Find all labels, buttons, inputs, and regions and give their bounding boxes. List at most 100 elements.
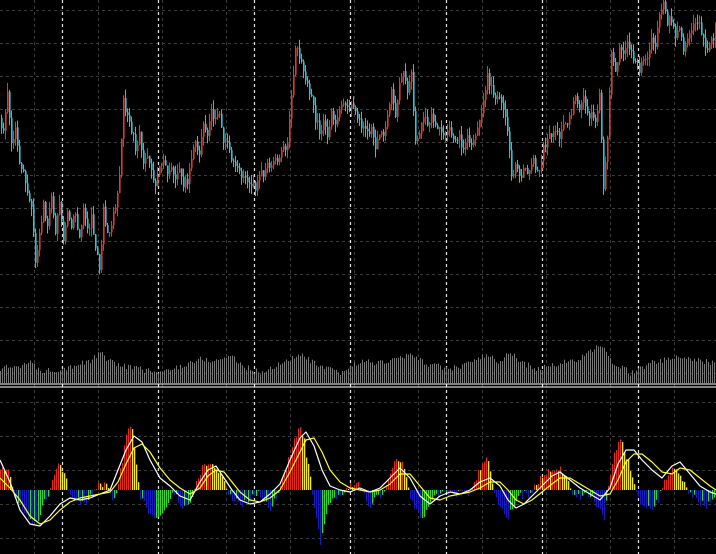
- volume-bar: [366, 360, 367, 383]
- oscillator-bar: [682, 481, 684, 490]
- oscillator-bar: [580, 490, 582, 500]
- oscillator-bar: [44, 490, 46, 500]
- candle[interactable]: [71, 217, 73, 230]
- oscillator-bar: [130, 426, 132, 490]
- candle-body: [409, 81, 411, 93]
- candle-body: [511, 150, 513, 177]
- candle-body: [247, 177, 249, 183]
- candle[interactable]: [79, 228, 81, 239]
- candle-body: [319, 120, 321, 135]
- oscillator-bar: [306, 457, 308, 490]
- volume-bar: [132, 369, 133, 383]
- oscillator-bar: [664, 479, 666, 490]
- candle[interactable]: [159, 165, 161, 177]
- candle-body: [497, 96, 499, 100]
- candle-body: [105, 206, 107, 225]
- candle-body: [583, 96, 585, 103]
- volume-bar: [648, 362, 649, 383]
- oscillator-bar: [204, 464, 206, 490]
- volume-bar: [476, 360, 477, 383]
- candle[interactable]: [667, 9, 669, 27]
- oscillator-bar: [64, 473, 66, 490]
- candle-body: [123, 98, 125, 139]
- volume-bar: [634, 373, 635, 383]
- volume-bar: [496, 362, 497, 383]
- oscillator-bar: [502, 490, 504, 509]
- volume-bar: [602, 347, 603, 383]
- candle-body: [341, 104, 343, 109]
- oscillator-bar: [348, 488, 350, 490]
- candle[interactable]: [35, 228, 37, 269]
- oscillator-bar: [108, 488, 110, 490]
- candle-body: [627, 41, 629, 49]
- oscillator-bar: [676, 469, 678, 490]
- candle[interactable]: [609, 87, 611, 140]
- volume-bar: [362, 359, 363, 383]
- candle[interactable]: [415, 106, 417, 145]
- volume-bar: [198, 358, 199, 383]
- candle[interactable]: [121, 138, 123, 178]
- oscillator-bar: [84, 490, 86, 502]
- volume-bar: [624, 367, 625, 383]
- volume-bar: [56, 372, 57, 383]
- volume-bar: [524, 361, 525, 383]
- volume-bar: [458, 367, 459, 383]
- oscillator-bar: [156, 490, 158, 519]
- volume-bar: [216, 359, 217, 383]
- volume-bar: [688, 357, 689, 383]
- volume-bar: [670, 359, 671, 383]
- volume-bar: [244, 367, 245, 383]
- volume-bar: [342, 370, 343, 383]
- oscillator-bar: [332, 490, 334, 499]
- oscillator-bar: [650, 490, 652, 509]
- candle-body: [183, 176, 185, 188]
- volume-bar: [674, 358, 675, 383]
- oscillator-bar: [234, 490, 236, 502]
- candle-body: [47, 218, 49, 227]
- volume-bar: [120, 366, 121, 383]
- candle[interactable]: [95, 233, 97, 251]
- candle[interactable]: [101, 239, 103, 273]
- volume-bar: [266, 371, 267, 383]
- candle-body: [701, 22, 703, 35]
- candle[interactable]: [611, 50, 613, 99]
- volume-bar: [692, 360, 693, 383]
- candle[interactable]: [55, 212, 57, 236]
- oscillator-bar: [558, 471, 560, 490]
- oscillator-bar: [66, 478, 68, 490]
- volume-bar: [62, 369, 63, 383]
- oscillator-bar: [626, 459, 628, 490]
- oscillator-bar: [496, 490, 498, 498]
- oscillator-bar: [550, 471, 552, 490]
- candle-body: [211, 109, 213, 122]
- candle-body: [645, 58, 647, 60]
- oscillator-bar: [648, 490, 650, 506]
- oscillator-bar: [416, 490, 418, 510]
- candle[interactable]: [43, 199, 45, 224]
- oscillator-bar: [492, 483, 494, 490]
- oscillator-bar: [146, 490, 148, 508]
- candle-body: [213, 109, 215, 119]
- candle-body: [37, 250, 39, 263]
- candle-body: [133, 133, 135, 135]
- volume-bar: [534, 368, 535, 383]
- oscillator-bar: [40, 490, 42, 516]
- candle-body: [307, 80, 309, 84]
- candle[interactable]: [45, 200, 47, 222]
- volume-bar: [374, 365, 375, 383]
- candle-body: [103, 206, 105, 245]
- volume-bar: [292, 355, 293, 383]
- candle-body: [89, 228, 91, 230]
- candle[interactable]: [73, 214, 75, 230]
- candle[interactable]: [103, 203, 105, 251]
- candle-body: [69, 211, 71, 220]
- candle[interactable]: [603, 136, 605, 195]
- candle[interactable]: [331, 108, 333, 130]
- oscillator-bar: [250, 490, 252, 504]
- candle[interactable]: [295, 45, 297, 77]
- candle-body: [699, 22, 701, 24]
- candle[interactable]: [601, 89, 603, 143]
- oscillator-bar: [488, 461, 490, 490]
- oscillator-bar: [30, 490, 32, 520]
- candle-body: [401, 77, 403, 83]
